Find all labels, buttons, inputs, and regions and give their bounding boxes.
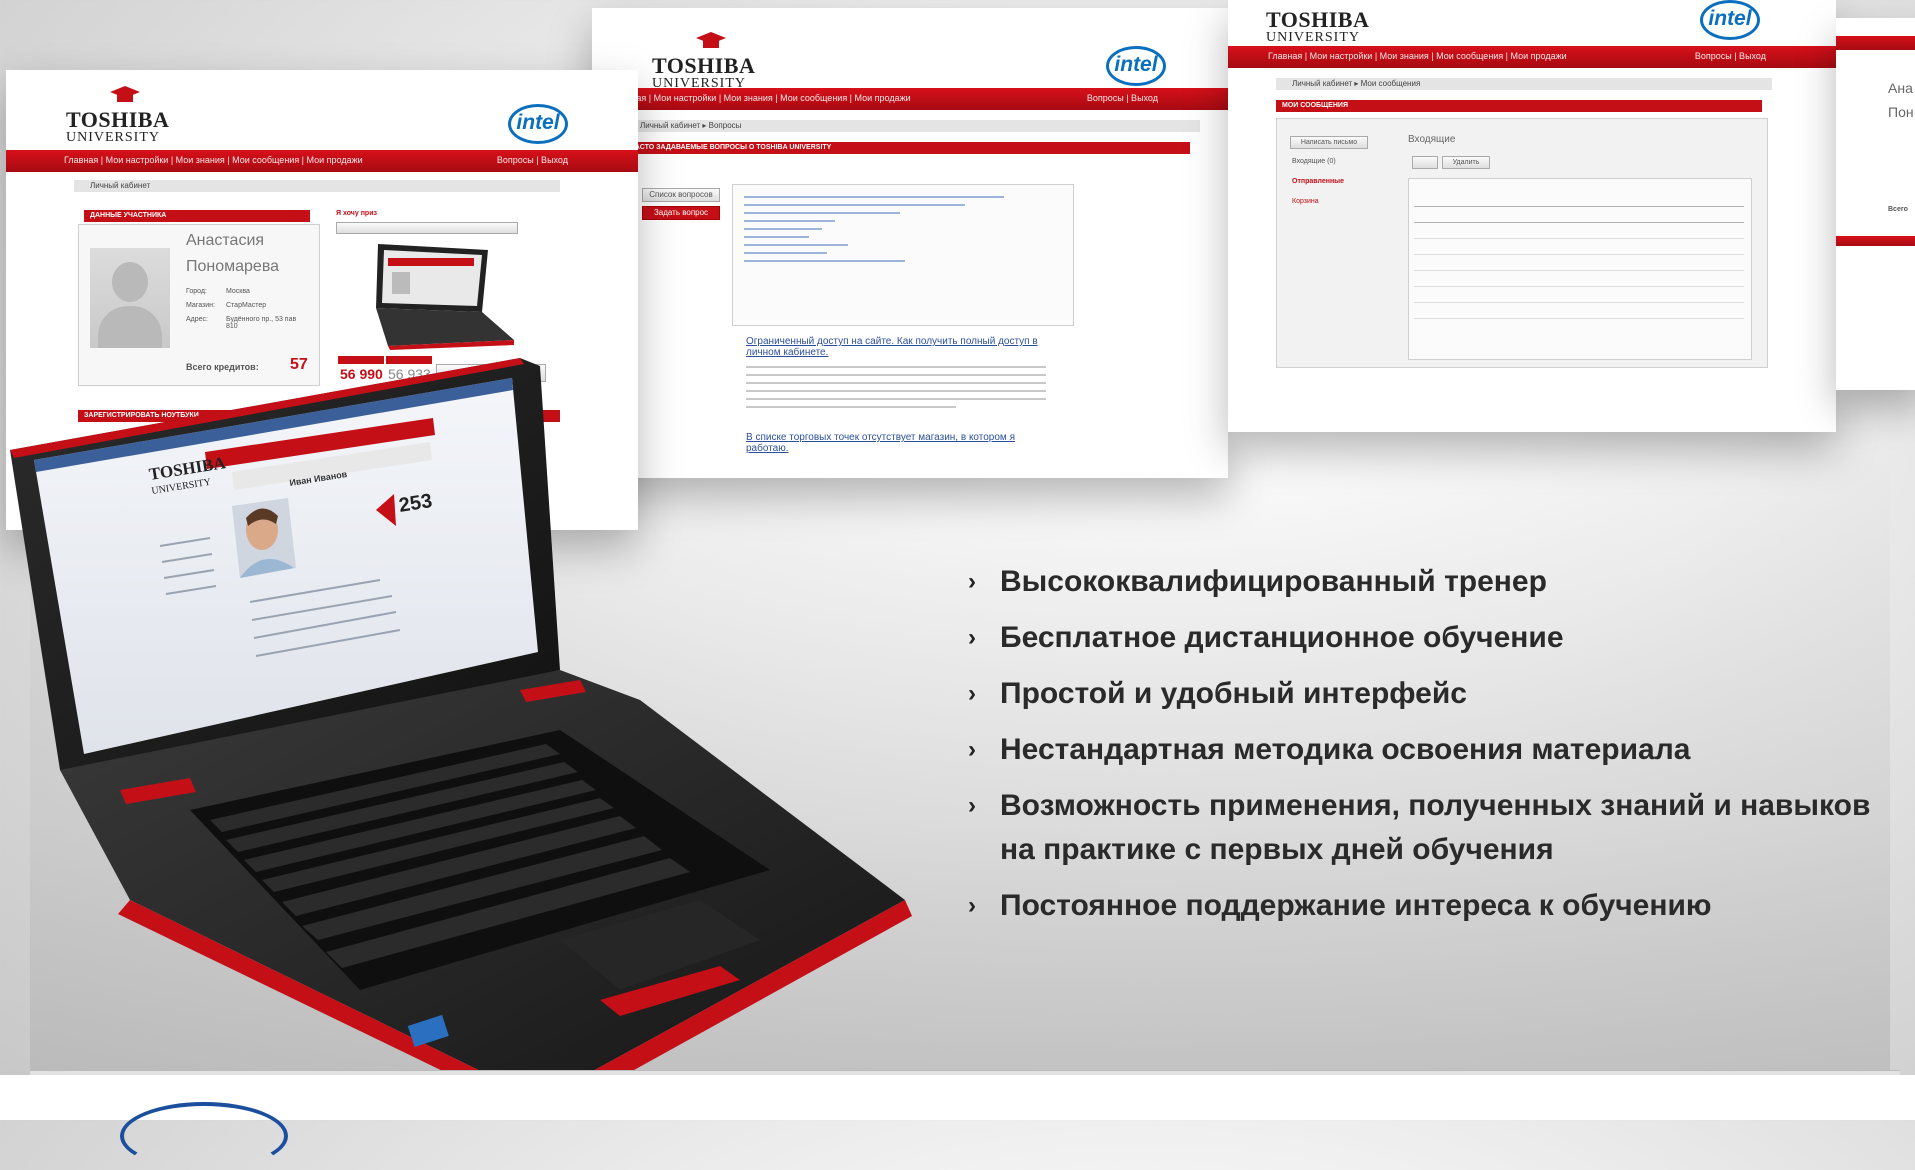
nav-right-links[interactable]: Вопросы | Выход [1087,93,1158,103]
nav-right-links[interactable]: Вопросы | Выход [497,155,568,165]
folder-sent[interactable]: Отправленные [1292,178,1344,185]
toshiba-logo: TOSHIBA UNIVERSITY [66,86,169,145]
label-city: Город: [186,288,207,295]
nav-right-links[interactable]: Вопросы | Выход [1695,51,1766,61]
footer-strip [0,1075,1915,1120]
promo-slide: TOSHIBA UNIVERSITY intel Главная | Мои н… [0,0,1915,1170]
nav-bar: Главная | Мои настройки | Мои знания | М… [6,150,638,172]
chevron-right-icon: › [968,568,976,595]
screenshot-messages-page: TOSHIBA UNIVERSITY intel Главная | Мои н… [1228,0,1836,432]
folder-inbox[interactable]: Входящие (0) [1292,158,1336,165]
label-shop: Магазин: [186,302,215,309]
value-shop: СтарМастер [226,302,267,309]
nav-links[interactable]: Главная | Мои настройки | Мои знания | М… [64,155,363,165]
nav-bar: Главная | Мои настройки | Мои знания | М… [1228,46,1836,68]
feature-list: › Высококвалифицированный тренер › Бесплат… [960,560,1880,940]
feature-item: › Возможность применения, полученных знан… [960,784,1880,872]
ask-question-button[interactable]: Задать вопрос [642,206,720,220]
nav-bar: Главная | Мои настройки | Мои знания | М… [592,88,1228,110]
folder-trash[interactable]: Корзина [1292,198,1319,205]
chevron-right-icon: › [968,792,976,819]
write-letter-button[interactable]: Написать письмо [1290,136,1368,149]
select-dropdown[interactable] [1412,156,1438,169]
delete-button[interactable]: Удалить [1442,156,1490,169]
screenshot-edge-page: Ана Пон Всего [1836,18,1915,390]
edge-section-header [1836,236,1915,246]
section-header-messages: МОИ СООБЩЕНИЯ [1276,100,1762,112]
prize-laptop-image [376,244,514,350]
edge-total: Всего [1888,206,1908,213]
nav-links[interactable]: Главная | Мои настройки | Мои знания | М… [1268,51,1567,61]
logo-arc-fragment [120,1102,288,1170]
graduation-cap-icon [110,86,140,102]
feature-item: › Простой и удобный интерфейс [960,672,1880,716]
toshiba-logo: TOSHIBA UNIVERSITY [652,32,755,91]
chevron-right-icon: › [968,736,976,763]
intel-logo: intel [1106,46,1166,86]
value-address: Будённого пр., 53 пав 810 [226,316,297,330]
feature-item: › Бесплатное дистанционное обучение [960,616,1880,660]
breadcrumb: Личный кабинет ▸ Мои сообщения [1276,78,1772,90]
nav-bar [1836,36,1915,50]
edge-name-last: Пон [1888,104,1914,120]
nav-links[interactable]: Главная | Мои настройки | Мои знания | М… [612,93,911,103]
value-city: Москва [226,288,250,295]
question-links[interactable] [744,196,1004,268]
section-header-faq: ЧАСТО ЗАДАВАЕМЫЕ ВОПРОСЫ О TOSHIBA UNIVE… [624,142,1190,154]
chevron-right-icon: › [968,680,976,707]
list-questions-button[interactable]: Список вопросов [642,188,720,202]
breadcrumb: Личный кабинет [74,180,560,192]
inbox-title: Входящие [1408,134,1456,145]
prize-select[interactable] [336,222,518,234]
last-name: Пономарева [186,258,280,275]
section-header-prize: Я хочу приз [336,210,377,217]
first-name: Анастасия [186,232,265,249]
intel-logo: intel [508,104,568,144]
section-header-member: ДАННЫЕ УЧАСТНИКА [84,210,310,222]
intel-logo: intel [1700,0,1760,40]
label-address: Адрес: [186,316,208,323]
feature-item: › Высококвалифицированный тренер [960,560,1880,604]
chevron-right-icon: › [968,624,976,651]
toshiba-logo: TOSHIBA UNIVERSITY [1266,7,1370,45]
avatar [90,248,170,348]
breadcrumb: Личный кабинет ▸ Вопросы [624,120,1200,132]
feature-item: › Постоянное поддержание интереса к обуче… [960,884,1880,928]
feature-item: › Нестандартная методика освоения материа… [960,728,1880,772]
chevron-right-icon: › [968,892,976,919]
edge-name-first: Ана [1888,80,1913,96]
toshiba-laptop-illustration: TOSHIBA UNIVERSITY Иван Иванов 253 [10,358,912,1120]
graduation-cap-icon [696,32,726,48]
